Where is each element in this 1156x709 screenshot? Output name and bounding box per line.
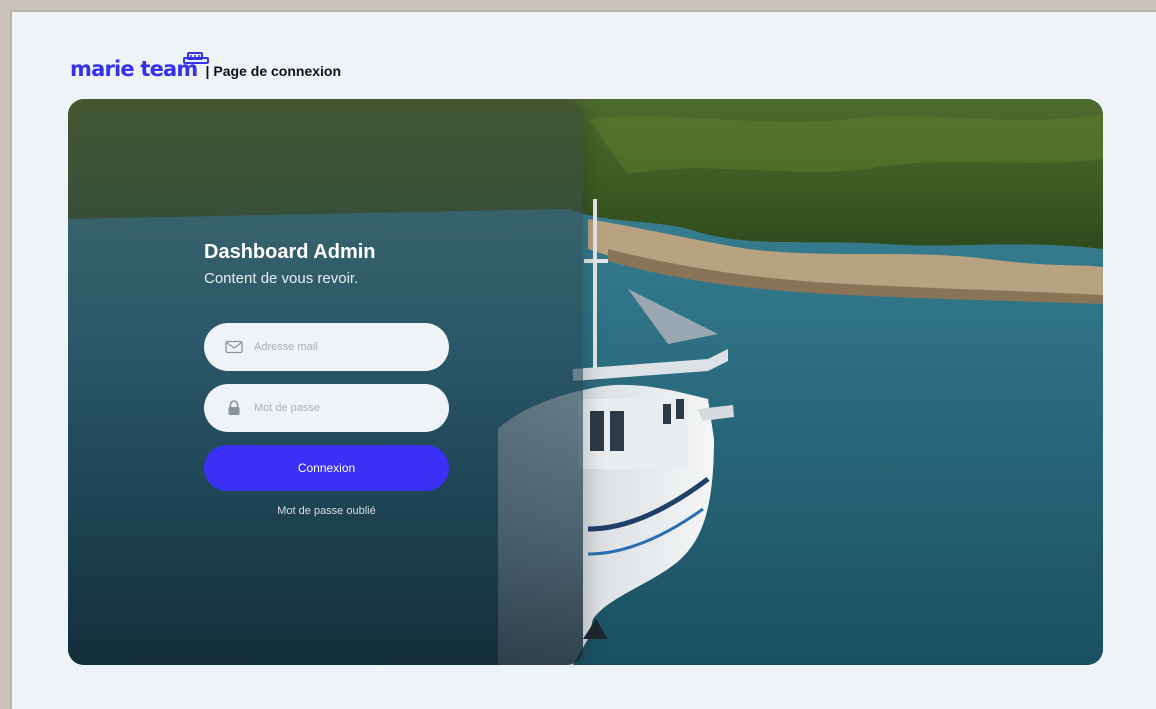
login-title: Dashboard Admin <box>204 241 376 263</box>
browser-window: marie team | Page de connexion Dashboard… <box>10 10 1156 709</box>
hero-card: Dashboard Admin Content de vous revoir. <box>68 99 1103 665</box>
connexion-button[interactable]: Connexion <box>204 445 449 491</box>
brand-logo[interactable]: marie team <box>70 52 209 80</box>
envelope-icon <box>224 340 244 354</box>
boat-icon <box>183 52 209 64</box>
login-form: Dashboard Admin Content de vous revoir. <box>204 239 454 289</box>
password-field[interactable] <box>204 384 449 432</box>
email-field[interactable] <box>204 323 449 371</box>
email-input[interactable] <box>252 340 436 354</box>
login-panel: Dashboard Admin Content de vous revoir. <box>68 99 583 665</box>
password-input[interactable] <box>252 401 436 415</box>
page-title: Page de connexion <box>213 63 342 79</box>
page-header: marie team | Page de connexion <box>70 50 341 80</box>
lock-icon <box>224 400 244 416</box>
login-subtitle: Content de vous revoir. <box>204 270 359 287</box>
forgot-password-link[interactable]: Mot de passe oublié <box>204 505 449 517</box>
